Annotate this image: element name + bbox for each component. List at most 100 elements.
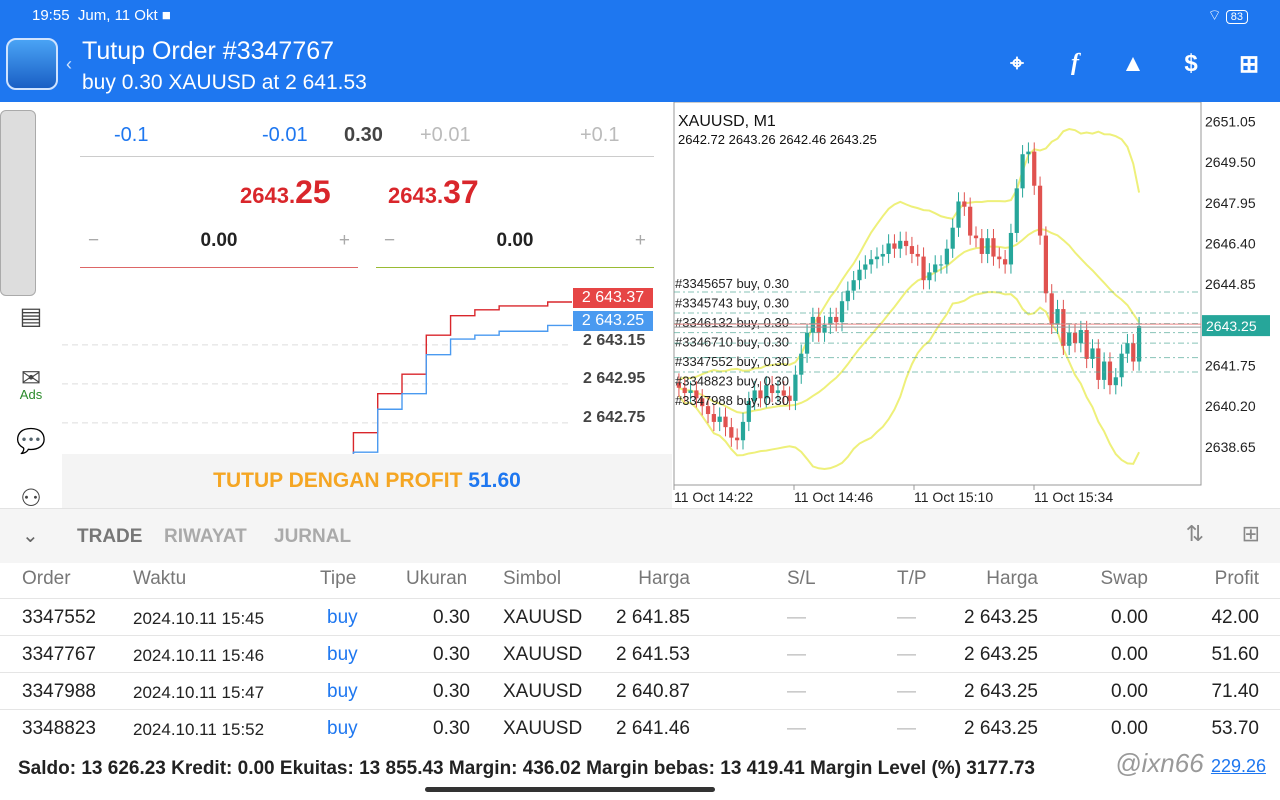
app-logo[interactable] [6, 38, 58, 90]
table-row[interactable]: 3348823 2024.10.11 15:52 buy 0.30 XAUUSD 2 64… [0, 709, 1280, 746]
column-header[interactable]: Profit [1215, 568, 1259, 590]
table-cell: 2024.10.11 15:52 [133, 720, 265, 739]
battery-icon: ⌔ 83 [1207, 6, 1248, 25]
candle [822, 324, 827, 333]
candle [979, 238, 984, 254]
ohlc-label: 2642.72 2643.26 2642.46 2643.25 [678, 132, 877, 147]
y-tick-label: 2646.40 [1205, 235, 1256, 251]
tab-trade[interactable]: TRADE [77, 526, 142, 548]
table-row[interactable]: 3347767 2024.10.11 15:46 buy 0.30 XAUUSD 2 64… [0, 635, 1280, 672]
sl-minus[interactable]: − [88, 230, 99, 252]
watermark: @ixn66 229.26 [1115, 748, 1266, 778]
volume-plus-0.01[interactable]: +0.01 [420, 124, 471, 147]
ads-label: Ads [19, 387, 43, 402]
column-header[interactable]: Tipe [320, 568, 356, 590]
table-cell: XAUUSD [503, 681, 583, 702]
table-cell: 0.30 [433, 607, 470, 628]
dollar-icon[interactable]: $ [1178, 50, 1204, 79]
tab-history[interactable]: RIWAYAT [164, 526, 247, 548]
x-tick-label: 11 Oct 15:10 [914, 489, 993, 505]
table-cell: 0.00 [1111, 644, 1148, 665]
picture-in-picture-video[interactable] [0, 110, 36, 296]
column-header[interactable]: Ukuran [406, 568, 467, 590]
candle [1102, 361, 1107, 380]
scale-label: 2 642.95 [583, 370, 646, 387]
candle [1096, 348, 1101, 380]
table-cell: — [787, 718, 806, 739]
candle [1125, 343, 1130, 354]
column-header[interactable]: Simbol [503, 568, 561, 590]
table-cell: — [787, 607, 806, 628]
new-order-icon[interactable]: ⊞ [1242, 521, 1260, 547]
column-header[interactable]: T/P [897, 568, 927, 590]
candle [810, 316, 815, 333]
ads-icon[interactable]: ✉ Ads [16, 364, 46, 402]
table-row[interactable]: 3347988 2024.10.11 15:47 buy 0.30 XAUUSD 2 64… [0, 672, 1280, 709]
tab-journal[interactable]: JURNAL [274, 526, 351, 548]
column-header[interactable]: Harga [986, 568, 1038, 590]
candle [921, 256, 926, 281]
column-header[interactable]: Harga [638, 568, 690, 590]
volume-divider [80, 156, 654, 157]
crosshair-icon[interactable]: ⌖ [1004, 50, 1030, 79]
ask-tag: 2 643.37 [573, 288, 653, 308]
volume-plus-0.1[interactable]: +0.1 [580, 124, 619, 147]
column-header[interactable]: S/L [787, 568, 816, 590]
take-profit-field[interactable]: − 0.00 + [376, 230, 654, 268]
volume-value[interactable]: 0.30 [344, 124, 383, 147]
price-chart[interactable]: 2651.05 2649.50 2647.95 2646.40 2644.85 2641.… [672, 101, 1280, 508]
candle [962, 201, 967, 207]
sl-plus[interactable]: + [339, 230, 350, 252]
volume-minus-0.01[interactable]: -0.01 [262, 124, 308, 147]
tp-minus[interactable]: − [384, 230, 395, 252]
close-label: TUTUP DENGAN PROFIT [213, 469, 463, 492]
collapse-chevron-icon[interactable]: ⌄ [22, 523, 39, 548]
position-label: #3347552 buy, 0.30 [675, 354, 789, 369]
chat-icon[interactable]: 💬 [16, 427, 46, 457]
news-icon[interactable]: ▤ [16, 302, 46, 332]
table-row[interactable]: 3347552 2024.10.11 15:45 buy 0.30 XAUUSD 2 64… [0, 598, 1280, 635]
column-header[interactable]: Order [22, 568, 71, 590]
candle [1003, 259, 1008, 265]
bid-tag: 2 643.25 [573, 311, 653, 331]
new-order-icon[interactable]: ⊞ [1236, 50, 1262, 79]
stop-loss-field[interactable]: − 0.00 + [80, 230, 358, 268]
table-cell: — [787, 644, 806, 665]
total-profit: 229.26 [1210, 756, 1266, 776]
candle [956, 201, 961, 228]
function-icon[interactable]: f [1062, 50, 1088, 79]
candle [874, 256, 880, 260]
table-cell: 3347552 [22, 607, 96, 628]
candle [735, 437, 740, 441]
candle [851, 280, 856, 291]
tab-bar: ⌄ TRADE RIWAYAT JURNAL ⇅ ⊞ [0, 508, 1280, 563]
back-chevron-icon[interactable]: ‹ [66, 54, 72, 75]
candle [1026, 151, 1031, 155]
candle [1055, 309, 1060, 325]
candle [869, 259, 874, 265]
candle [950, 227, 955, 249]
table-cell: 51.60 [1211, 644, 1259, 665]
table-cell: — [897, 607, 916, 628]
table-cell: 0.00 [1111, 681, 1148, 702]
y-tick-label: 2647.95 [1205, 195, 1256, 211]
home-indicator[interactable] [425, 787, 715, 792]
status-time: 19:55 [32, 6, 70, 24]
close-with-profit-button[interactable]: TUTUP DENGAN PROFIT 51.60 [62, 454, 672, 508]
tp-plus[interactable]: + [635, 230, 646, 252]
table-cell: XAUUSD [503, 644, 583, 665]
objects-icon[interactable]: ▲ [1120, 50, 1146, 79]
sort-icon[interactable]: ⇅ [1186, 521, 1204, 547]
table-cell: 3347988 [22, 681, 96, 702]
table-cell: 71.40 [1211, 681, 1259, 702]
scale-label: 2 642.75 [583, 409, 646, 426]
position-label: #3348823 buy, 0.30 [675, 374, 789, 389]
candlestick-chart[interactable]: 2651.05 2649.50 2647.95 2646.40 2644.85 2641.… [672, 101, 1280, 508]
table-cell: 2 641.85 [616, 607, 690, 628]
column-header[interactable]: Swap [1100, 568, 1148, 590]
position-label: #3347988 buy, 0.30 [675, 393, 789, 408]
column-header[interactable]: Waktu [133, 568, 186, 590]
candle [1043, 235, 1048, 294]
volume-minus-0.1[interactable]: -0.1 [114, 124, 148, 147]
candle [933, 264, 938, 273]
